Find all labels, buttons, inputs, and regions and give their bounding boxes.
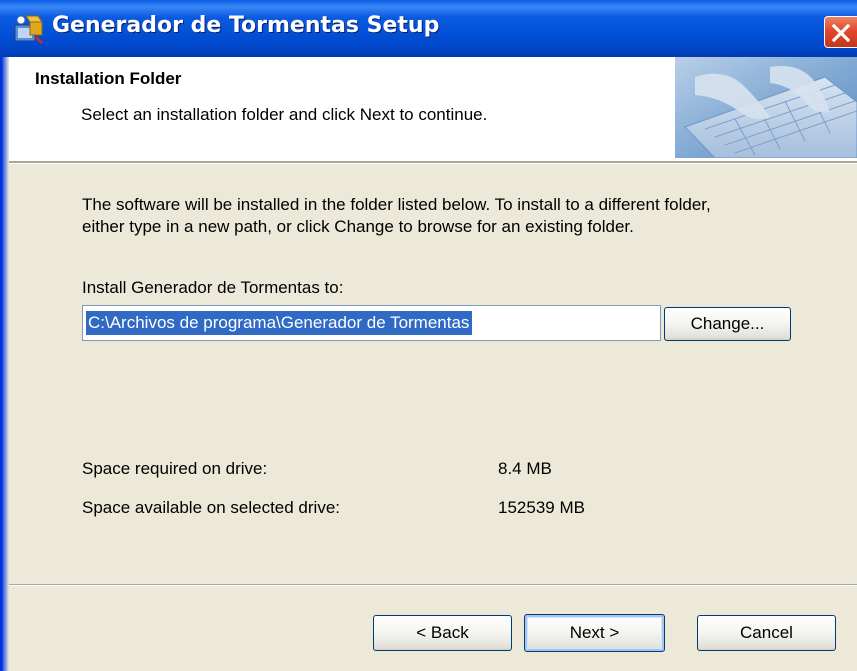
close-button[interactable] <box>824 16 857 48</box>
install-path-value: C:\Archivos de programa\Generador de Tor… <box>86 311 473 335</box>
title-bar[interactable]: Generador de Tormentas Setup <box>0 0 857 57</box>
header-panel: Installation Folder Select an installati… <box>9 57 857 161</box>
setup-dialog: Generador de Tormentas Setup Installatio… <box>0 0 857 671</box>
installer-icon <box>12 13 44 45</box>
space-required-label: Space required on drive: <box>82 459 268 478</box>
header-separator <box>9 161 857 164</box>
page-subtitle: Select an installation folder and click … <box>81 105 488 124</box>
description-line-1: The software will be installed in the fo… <box>82 195 711 214</box>
cancel-button-label: Cancel <box>740 623 793 642</box>
install-path-input[interactable]: C:\Archivos de programa\Generador de Tor… <box>82 305 661 341</box>
next-button-label: Next > <box>569 623 620 642</box>
footer-separator <box>9 584 857 586</box>
window-border <box>0 57 9 671</box>
space-required-value: 8.4 MB <box>498 459 552 478</box>
page-title: Installation Folder <box>35 69 182 88</box>
space-available-label: Space available on selected drive: <box>82 498 340 517</box>
back-button[interactable]: < Back <box>373 615 512 651</box>
space-available-value: 152539 MB <box>498 498 585 517</box>
cancel-button[interactable]: Cancel <box>697 615 836 651</box>
change-button-label: Change... <box>690 314 765 333</box>
install-folder-label: Install Generador de Tormentas to: <box>82 278 344 297</box>
window-title: Generador de Tormentas Setup <box>52 13 440 38</box>
description-line-2: either type in a new path, or click Chan… <box>82 217 634 236</box>
change-button[interactable]: Change... <box>664 307 791 341</box>
description-text: The software will be installed in the fo… <box>82 194 711 238</box>
next-button[interactable]: Next > <box>524 614 665 652</box>
keyboard-hands-image <box>675 57 857 159</box>
back-button-label: < Back <box>416 623 469 642</box>
